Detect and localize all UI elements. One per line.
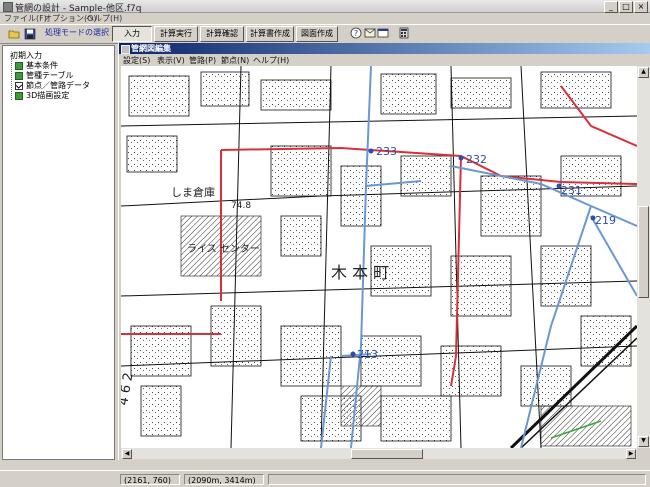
map-place-label: ライス センター	[187, 243, 260, 255]
scroll-down-arrow-icon[interactable]: ▼	[638, 436, 649, 447]
map-node-label: 231	[561, 184, 582, 197]
green-node-icon	[15, 61, 23, 70]
editor-menu-settings[interactable]: 設定(S)	[123, 55, 150, 66]
window-icon[interactable]	[377, 27, 389, 39]
tree-item-label: 節点／管路データ	[26, 81, 90, 90]
check-calculation-button[interactable]: 計算確認	[200, 26, 244, 42]
scroll-up-arrow-icon[interactable]: ▲	[638, 67, 649, 78]
scroll-right-arrow-icon[interactable]: ▶	[626, 449, 636, 459]
status-message-pane	[268, 474, 646, 485]
horizontal-scroll-thumb[interactable]	[351, 449, 423, 459]
tree-connector-line	[11, 58, 13, 100]
svg-text:?: ?	[354, 29, 358, 38]
editor-menu-pipe[interactable]: 管路(P)	[189, 55, 216, 66]
maximize-button[interactable]: □	[619, 1, 633, 13]
map-node-label: 213	[357, 348, 378, 361]
cursor-coordinate-readout: (2161, 760)	[120, 474, 180, 485]
map-town-label: 木 本 町	[331, 263, 389, 282]
editor-menu-node[interactable]: 節点(N)	[221, 55, 249, 66]
editor-menu-help[interactable]: ヘルプ(H)	[253, 55, 289, 66]
app-icon	[3, 2, 13, 12]
tree-item-label: 管種テーブル	[26, 71, 74, 80]
menu-help[interactable]: ヘルプ(H)	[86, 13, 122, 24]
editor-menu-bar: 設定(S) 表示(V) 管路(P) 節点(N) ヘルプ(H)	[119, 55, 650, 66]
scroll-left-arrow-icon[interactable]: ◀	[122, 449, 132, 459]
save-disk-icon[interactable]	[24, 28, 36, 40]
processing-mode-label: 処理モードの選択	[45, 28, 109, 37]
map-node-label: 232	[466, 153, 487, 166]
map-drawing[interactable]: 233 232 231 219 213 しま倉庫 74.8 ライス センター 木…	[121, 66, 637, 448]
editor-menu-view[interactable]: 表示(V)	[157, 55, 185, 66]
editor-window-icon	[121, 45, 130, 54]
title-bar: 管網の設計 - Sample-他区.f7q _ □ ×	[0, 0, 650, 14]
map-elevation-label: 74.8	[231, 201, 251, 211]
checkmark-icon	[15, 81, 23, 90]
map-place-label: しま倉庫	[171, 185, 215, 199]
open-folder-icon[interactable]	[8, 28, 20, 40]
vertical-scroll-thumb[interactable]	[638, 206, 649, 298]
help-icon[interactable]: ?	[350, 27, 362, 39]
minimize-button[interactable]: _	[604, 1, 618, 13]
create-drawing-button[interactable]: 図面作成	[296, 26, 338, 42]
horizontal-scrollbar[interactable]: ◀ ▶	[121, 448, 637, 459]
green-node-icon	[15, 91, 23, 100]
status-bar: (2161, 760) (2090m, 3414m)	[0, 470, 650, 487]
map-node-label: 233	[376, 145, 397, 158]
mail-icon[interactable]	[364, 27, 376, 39]
tree-item-label: 3D描画設定	[26, 91, 70, 100]
pipe-network-editor-window: 管網図編集 設定(S) 表示(V) 管路(P) 節点(N) ヘルプ(H) 233…	[118, 43, 650, 460]
menu-bar: ファイル(F) オプション(O) ヘルプ(H)	[0, 13, 650, 24]
tree-item-label: 基本条件	[26, 61, 58, 70]
close-button[interactable]: ×	[634, 1, 648, 13]
create-report-button[interactable]: 計算書作成	[246, 26, 294, 42]
run-calculation-button[interactable]: 計算実行	[154, 26, 198, 42]
input-button[interactable]: 入力	[112, 26, 152, 42]
editor-title: 管網図編集	[131, 44, 171, 53]
menu-file[interactable]: ファイル(F)	[4, 13, 47, 24]
map-position-readout: (2090m, 3414m)	[184, 474, 264, 485]
tree-item-3d-settings[interactable]: 3D描画設定	[15, 90, 69, 101]
map-node-label: 219	[595, 214, 616, 227]
green-node-icon	[15, 71, 23, 80]
map-canvas[interactable]: 233 232 231 219 213 しま倉庫 74.8 ライス センター 木…	[121, 66, 637, 448]
window-controls: _ □ ×	[604, 1, 648, 13]
input-tree-panel: 初期入力 基本条件 管種テーブル 節点／管路データ 3D描画設定	[2, 45, 115, 460]
calculator-icon[interactable]	[398, 27, 410, 39]
editor-title-bar: 管網図編集	[119, 43, 650, 54]
vertical-scrollbar[interactable]: ▲ ▼	[637, 66, 650, 448]
